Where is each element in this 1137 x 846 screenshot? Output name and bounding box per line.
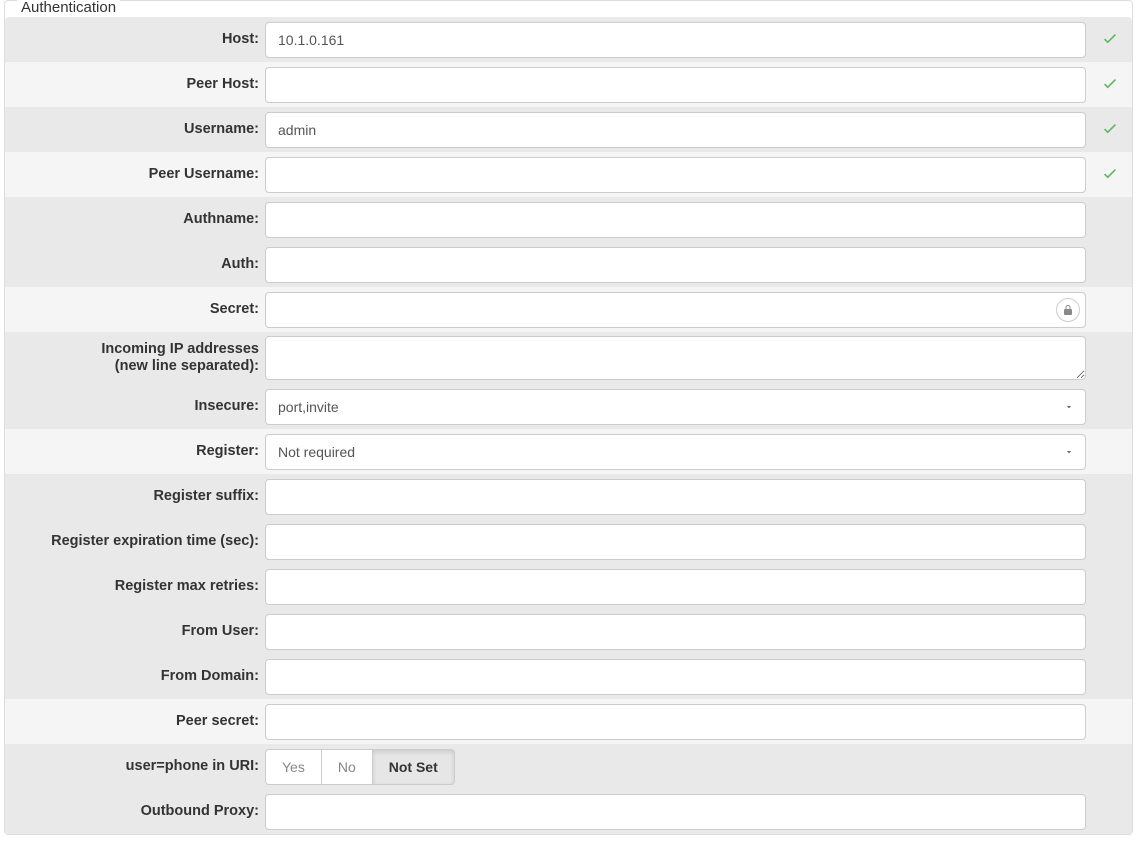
peer-secret-input[interactable]: [265, 704, 1086, 740]
label-authname: Authname:: [5, 197, 263, 242]
register-suffix-input[interactable]: [265, 479, 1086, 515]
peer-host-input[interactable]: [265, 67, 1086, 103]
host-input[interactable]: [265, 22, 1086, 58]
row-authname: Authname:: [5, 197, 1132, 242]
check-icon: [1101, 119, 1119, 140]
lock-icon[interactable]: [1056, 298, 1080, 322]
section-legend: Authentication: [17, 0, 120, 16]
label-secret: Secret:: [5, 287, 263, 332]
row-register: Register: Not required: [5, 429, 1132, 474]
username-input[interactable]: [265, 112, 1086, 148]
row-incoming-ip: Incoming IP addresses (new line separate…: [5, 332, 1132, 384]
label-from-user: From User:: [5, 609, 263, 654]
row-from-domain: From Domain:: [5, 654, 1132, 699]
label-incoming-ip: Incoming IP addresses (new line separate…: [5, 332, 263, 384]
register-select[interactable]: Not required: [265, 434, 1086, 470]
check-icon: [1101, 29, 1119, 50]
row-user-phone: user=phone in URI: Yes No Not Set: [5, 744, 1132, 789]
user-phone-notset[interactable]: Not Set: [373, 749, 455, 785]
auth-input[interactable]: [265, 247, 1086, 283]
label-auth: Auth:: [5, 242, 263, 287]
user-phone-yes[interactable]: Yes: [265, 749, 322, 785]
secret-input[interactable]: [265, 292, 1086, 328]
label-peer-secret: Peer secret:: [5, 699, 263, 744]
user-phone-toggle: Yes No Not Set: [265, 749, 455, 785]
authname-input[interactable]: [265, 202, 1086, 238]
label-user-phone: user=phone in URI:: [5, 744, 263, 789]
insecure-select[interactable]: port,invite: [265, 389, 1086, 425]
user-phone-no[interactable]: No: [322, 749, 373, 785]
label-username: Username:: [5, 107, 263, 152]
label-register: Register:: [5, 429, 263, 474]
row-register-exp: Register expiration time (sec):: [5, 519, 1132, 564]
label-from-domain: From Domain:: [5, 654, 263, 699]
label-insecure: Insecure:: [5, 384, 263, 429]
row-outbound-proxy: Outbound Proxy:: [5, 789, 1132, 834]
label-register-retries: Register max retries:: [5, 564, 263, 609]
label-outbound-proxy: Outbound Proxy:: [5, 789, 263, 834]
row-register-suffix: Register suffix:: [5, 474, 1132, 519]
row-peer-secret: Peer secret:: [5, 699, 1132, 744]
peer-username-input[interactable]: [265, 157, 1086, 193]
register-retries-input[interactable]: [265, 569, 1086, 605]
row-username: Username:: [5, 107, 1132, 152]
row-from-user: From User:: [5, 609, 1132, 654]
check-icon: [1101, 74, 1119, 95]
row-insecure: Insecure: port,invite: [5, 384, 1132, 429]
outbound-proxy-input[interactable]: [265, 794, 1086, 830]
incoming-ip-textarea[interactable]: [265, 336, 1086, 380]
row-peer-username: Peer Username:: [5, 152, 1132, 197]
row-register-retries: Register max retries:: [5, 564, 1132, 609]
label-register-exp: Register expiration time (sec):: [5, 519, 263, 564]
from-domain-input[interactable]: [265, 659, 1086, 695]
label-register-suffix: Register suffix:: [5, 474, 263, 519]
row-host: Host:: [5, 17, 1132, 62]
register-exp-input[interactable]: [265, 524, 1086, 560]
label-host: Host:: [5, 17, 263, 62]
row-auth: Auth:: [5, 242, 1132, 287]
check-icon: [1101, 164, 1119, 185]
row-secret: Secret:: [5, 287, 1132, 332]
from-user-input[interactable]: [265, 614, 1086, 650]
label-peer-host: Peer Host:: [5, 62, 263, 107]
row-peer-host: Peer Host:: [5, 62, 1132, 107]
authentication-section: Authentication Host: Peer Host: Username…: [4, 0, 1133, 835]
label-peer-username: Peer Username:: [5, 152, 263, 197]
